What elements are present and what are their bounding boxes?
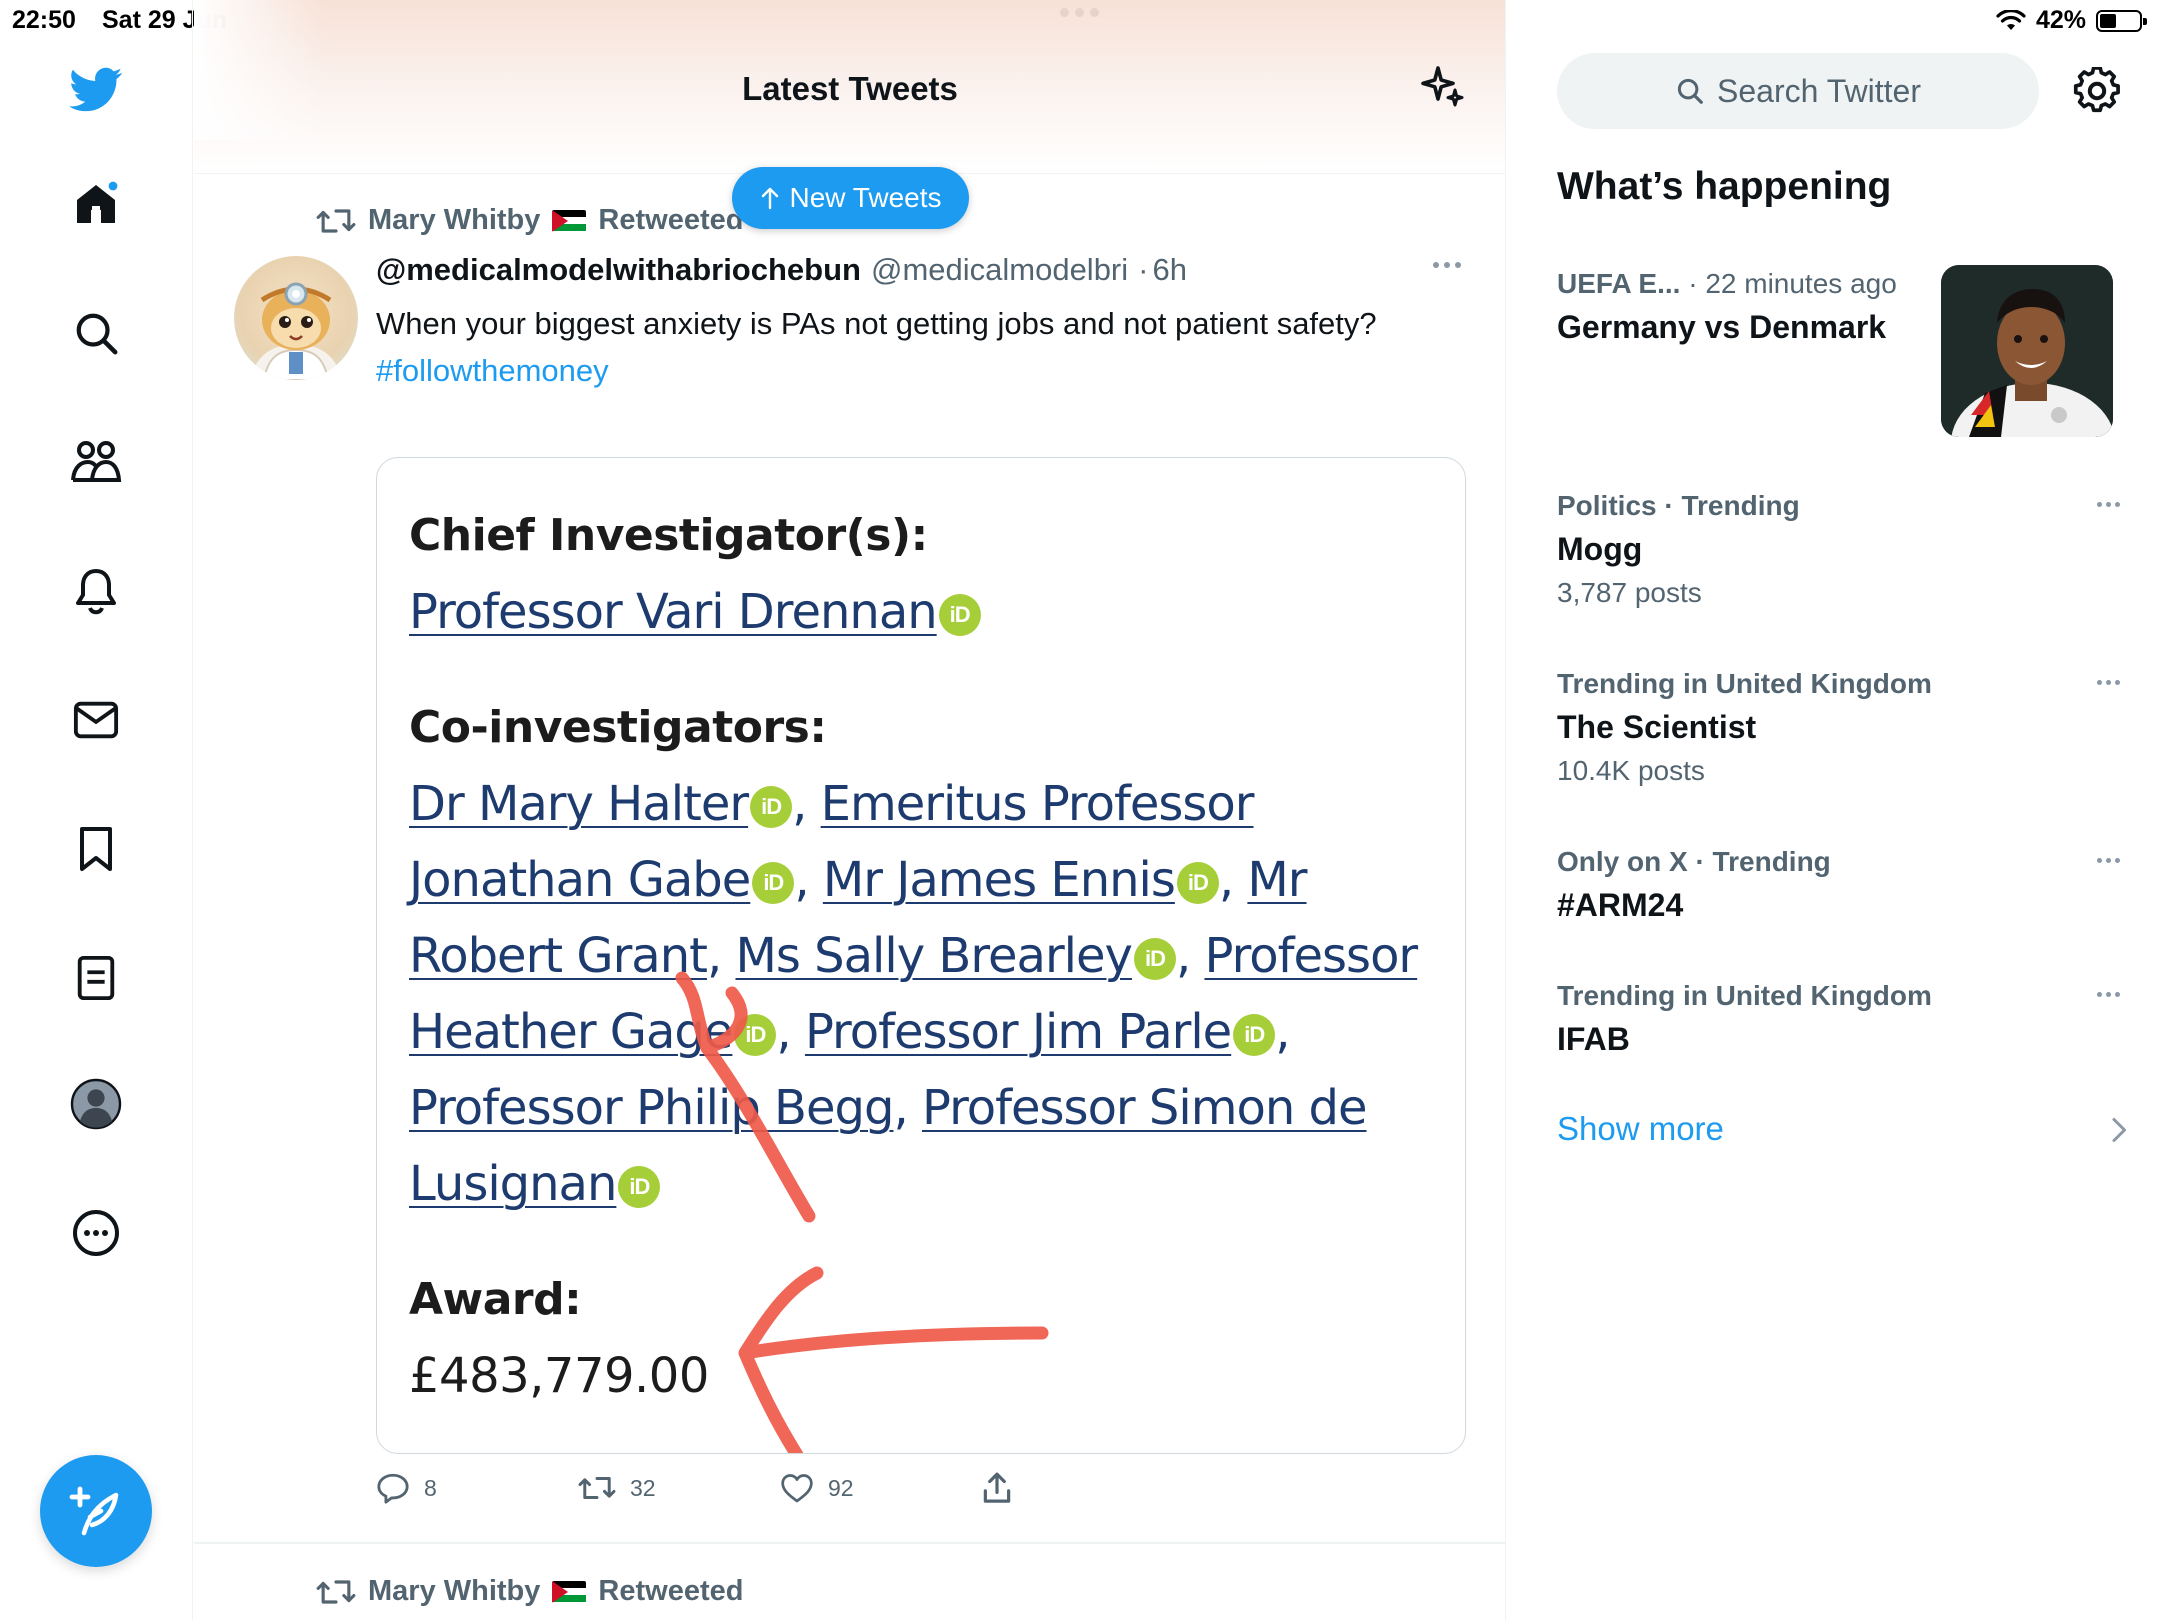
reply-button[interactable]: 8 [376,1472,578,1504]
trend-more-icon[interactable] [2097,680,2120,685]
trend-title: Mogg [1557,531,1643,567]
author-name[interactable]: @medicalmodelwithabriochebun [376,252,861,288]
retweeter-name[interactable]: Mary Whitby [368,204,540,237]
profile-icon[interactable] [66,1074,126,1134]
retweet-context: Mary Whitby Retweeted [316,204,743,237]
timeline[interactable]: Latest Tweets New Tweets Mary Whitby Ret… [194,0,1506,1620]
tweet-divider [194,1542,1505,1544]
twitter-logo-icon[interactable] [66,60,126,120]
separator-dot: · [1138,252,1149,287]
retweet-count: 32 [630,1474,656,1501]
whats-happening-title: What’s happening [1557,165,1892,208]
right-sidebar: Search Twitter What’s happening UEFA E..… [1507,0,2160,1620]
like-button[interactable]: 92 [780,1472,982,1504]
compose-tweet-button[interactable] [40,1455,152,1567]
retweet-button[interactable]: 32 [578,1472,780,1504]
trend-title: #ARM24 [1557,887,1684,923]
messages-icon[interactable] [66,690,126,750]
more-icon[interactable] [66,1203,126,1263]
red-annotation-arrows [675,971,1049,1453]
tweet-more-icon[interactable] [1433,262,1461,268]
hashtag-link[interactable]: #followthemoney [376,347,1406,394]
retweet-icon [316,1579,356,1604]
notifications-icon[interactable] [66,561,126,621]
reply-icon [377,1473,409,1504]
tweet-image[interactable]: Chief Investigator(s): Professor Vari Dr… [376,457,1466,1454]
search-icon [1677,78,1703,104]
search-input[interactable]: Search Twitter [1557,53,2039,129]
trend-thumbnail[interactable] [1941,265,2113,437]
share-icon [983,1472,1011,1503]
compose-tweet-icon [69,1486,119,1536]
tweet-time[interactable]: 6h [1152,252,1186,288]
retweeted-label: Retweeted [598,204,744,236]
trend-count: 10.4K posts [1557,755,1705,786]
communities-icon[interactable] [66,432,126,492]
heart-icon [781,1474,813,1503]
like-count: 92 [828,1474,854,1501]
trend-more-icon[interactable] [2097,502,2120,507]
left-navigation [0,0,193,1620]
retweeted-label: Retweeted [598,1575,744,1607]
trend-title: The Scientist [1557,709,1757,745]
lists-icon[interactable] [66,948,126,1008]
trend-item[interactable]: Trending in United Kingdom The Scientist… [1557,664,2117,792]
timeline-header: Latest Tweets [194,0,1505,174]
arrow-up-icon [761,187,778,210]
home-icon[interactable] [66,174,126,234]
trend-count: 3,787 posts [1557,577,1702,608]
retweet-icon [316,208,356,233]
gear-icon[interactable] [2073,67,2121,115]
trend-item[interactable]: Only on X · Trending #ARM24 [1557,842,2117,928]
show-more-link[interactable]: Show more [1557,1110,1724,1148]
new-tweets-label: New Tweets [789,182,942,213]
tweet-header: @medicalmodelwithabriochebun @medicalmod… [376,252,1187,288]
trend-title: IFAB [1557,1021,1630,1057]
bookmarks-icon[interactable] [66,819,126,879]
palestine-flag-icon [552,1580,587,1603]
new-tweets-button[interactable]: New Tweets [732,167,969,229]
sparkle-icon[interactable] [1418,62,1466,110]
tweet-body: When your biggest anxiety is PAs not get… [376,306,1377,341]
palestine-flag-icon [552,209,587,232]
next-retweet-context: Mary Whitby Retweeted [316,1575,743,1608]
retweeter-name[interactable]: Mary Whitby [368,1575,540,1608]
search-icon[interactable] [66,303,126,363]
page-title: Latest Tweets [742,70,958,107]
tweet-actions: 8 32 92 [376,1472,1184,1504]
trend-more-icon[interactable] [2097,992,2120,997]
trend-item[interactable]: Politics · Trending Mogg 3,787 posts [1557,486,2117,614]
reply-count: 8 [424,1474,437,1501]
tweet-text: When your biggest anxiety is PAs not get… [376,300,1406,394]
search-placeholder: Search Twitter [1717,72,1921,109]
chevron-right-icon[interactable] [2107,1115,2133,1145]
trend-item[interactable]: Trending in United Kingdom IFAB [1557,976,2117,1062]
author-handle[interactable]: @medicalmodelbri [871,252,1128,288]
trend-more-icon[interactable] [2097,858,2120,863]
avatar[interactable] [234,256,358,380]
share-button[interactable] [982,1472,1184,1504]
retweet-icon [578,1477,616,1499]
